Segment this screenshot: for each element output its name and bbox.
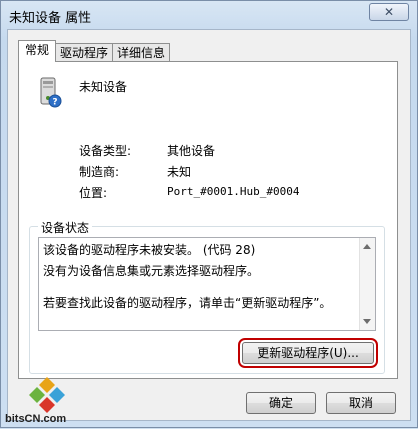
update-driver-button[interactable]: 更新驱动程序(U)... bbox=[238, 338, 378, 368]
tab-details[interactable]: 详细信息 bbox=[112, 43, 171, 62]
device-status-textbox[interactable]: 该设备的驱动程序未被安装。 (代码 28) 没有为设备信息集或元素选择驱动程序。… bbox=[38, 237, 376, 331]
site-watermark: bitsCN.com bbox=[1, 375, 111, 429]
unknown-device-icon: ? bbox=[40, 77, 62, 108]
manufacturer-value: 未知 bbox=[167, 165, 192, 179]
status-scrollbar[interactable] bbox=[359, 238, 375, 330]
location-label: 位置: bbox=[79, 186, 108, 200]
tab-general[interactable]: 常规 bbox=[18, 40, 57, 62]
general-tab-page: ? 未知设备 设备类型: 其他设备 制造商: 未知 位置: Port_#0001… bbox=[18, 61, 398, 379]
close-icon: ✕ bbox=[383, 5, 395, 19]
device-status-label: 设备状态 bbox=[38, 219, 93, 236]
status-line: 没有为设备信息集或元素选择驱动程序。 bbox=[43, 264, 260, 278]
status-line: 若要查找此设备的驱动程序，请单击“更新驱动程序”。 bbox=[43, 296, 332, 310]
close-button[interactable]: ✕ bbox=[369, 3, 409, 21]
properties-window: 未知设备 属性 ✕ 常规 驱动程序 详细信息 ? 未知设备 设备类型: 其他设备… bbox=[0, 0, 418, 428]
status-line: 该设备的驱动程序未被安装。 (代码 28) bbox=[43, 243, 256, 257]
device-type-value: 其他设备 bbox=[167, 144, 216, 158]
manufacturer-label: 制造商: bbox=[79, 165, 120, 179]
scroll-down-icon[interactable] bbox=[363, 319, 371, 324]
svg-text:?: ? bbox=[52, 98, 57, 108]
tab-strip: 常规 驱动程序 详细信息 bbox=[18, 40, 171, 62]
location-value: Port_#0001.Hub_#0004 bbox=[167, 185, 300, 198]
device-status-group: 设备状态 该设备的驱动程序未被安装。 (代码 28) 没有为设备信息集或元素选择… bbox=[29, 219, 385, 374]
window-title: 未知设备 属性 bbox=[9, 11, 92, 26]
cancel-button[interactable]: 取消 bbox=[326, 392, 396, 414]
device-name: 未知设备 bbox=[79, 80, 128, 94]
device-type-label: 设备类型: bbox=[79, 144, 132, 158]
watermark-text: bitsCN.com bbox=[5, 413, 67, 425]
tab-driver[interactable]: 驱动程序 bbox=[55, 43, 114, 62]
bitscn-logo-icon bbox=[29, 377, 65, 413]
ok-button[interactable]: 确定 bbox=[246, 392, 316, 414]
scroll-up-icon[interactable] bbox=[363, 244, 371, 249]
dialog-client-area: 常规 驱动程序 详细信息 ? 未知设备 设备类型: 其他设备 制造商: 未知 位… bbox=[7, 29, 411, 421]
